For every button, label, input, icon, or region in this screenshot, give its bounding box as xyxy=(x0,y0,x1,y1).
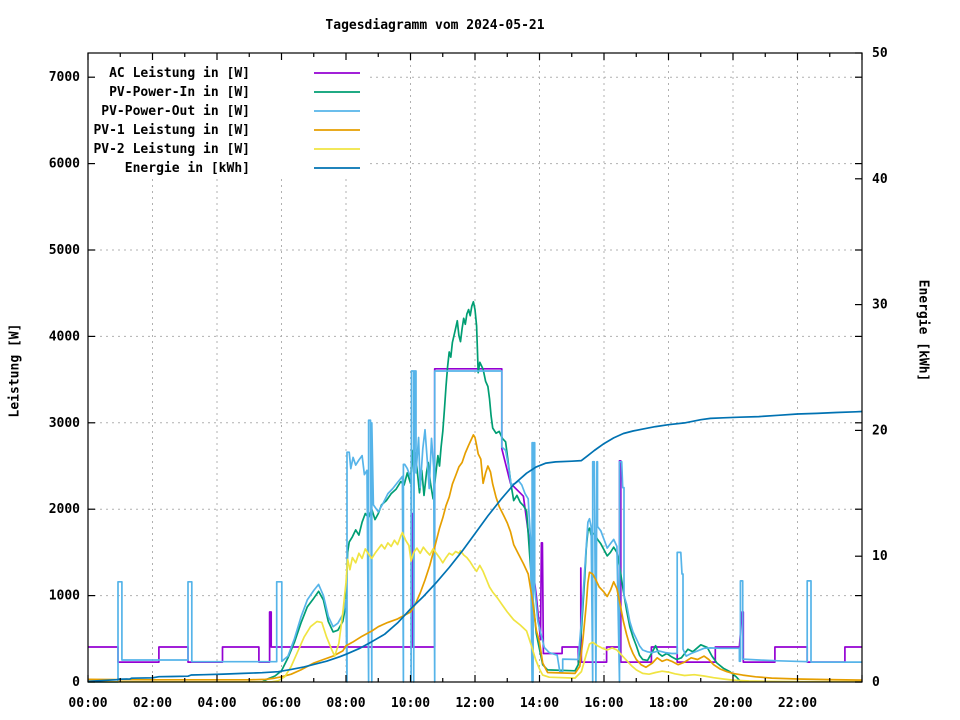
y-right-tick-label: 10 xyxy=(872,549,888,564)
y-left-tick-label: 6000 xyxy=(49,157,80,172)
x-tick-label: 06:00 xyxy=(262,696,301,711)
y-right-tick-label: 20 xyxy=(872,423,888,438)
legend-label: Energie in [kWh] xyxy=(125,161,250,176)
x-tick-label: 04:00 xyxy=(197,696,236,711)
y-left-tick-label: 3000 xyxy=(49,416,80,431)
chart-title: Tagesdiagramm vom 2024-05-21 xyxy=(325,18,545,33)
x-tick-label: 02:00 xyxy=(133,696,172,711)
legend-label: PV-2 Leistung in [W] xyxy=(93,142,250,157)
y-axis-right-label: Energie [kWh] xyxy=(915,279,931,382)
y-left-tick-label: 4000 xyxy=(49,329,80,344)
series-line-pv-power-in-in-w xyxy=(261,300,742,683)
x-tick-label: 08:00 xyxy=(326,696,365,711)
gnuplot-day-diagram: Tagesdiagramm vom 2024-05-21 Leistung [W… xyxy=(0,0,960,720)
legend-label: PV-Power-In in [W] xyxy=(109,85,250,100)
x-tick-label: 10:00 xyxy=(391,696,430,711)
y-right-tick-label: 0 xyxy=(872,675,880,690)
y-left-tick-label: 7000 xyxy=(49,70,80,85)
y-left-tick-label: 2000 xyxy=(49,502,80,517)
legend-label: PV-1 Leistung in [W] xyxy=(93,123,250,138)
legend-label: PV-Power-Out in [W] xyxy=(101,104,250,119)
y-left-tick-label: 1000 xyxy=(49,589,80,604)
x-tick-label: 12:00 xyxy=(455,696,494,711)
legend-label: AC Leistung in [W] xyxy=(109,66,250,81)
x-tick-label: 20:00 xyxy=(713,696,752,711)
x-tick-label: 18:00 xyxy=(649,696,688,711)
y-axis-left-label: Leistung [W] xyxy=(7,323,23,418)
y-right-tick-label: 30 xyxy=(872,298,888,313)
x-tick-label: 16:00 xyxy=(584,696,623,711)
y-right-tick-label: 50 xyxy=(872,46,888,61)
x-tick-label: 14:00 xyxy=(520,696,559,711)
y-right-tick-label: 40 xyxy=(872,172,888,187)
chart-canvas: AC Leistung in [W] PV-Power-In in [W] PV-P… xyxy=(49,46,888,711)
y-left-tick-label: 0 xyxy=(72,675,80,690)
y-left-tick-label: 5000 xyxy=(49,243,80,258)
x-tick-label: 22:00 xyxy=(778,696,817,711)
x-tick-label: 00:00 xyxy=(68,696,107,711)
